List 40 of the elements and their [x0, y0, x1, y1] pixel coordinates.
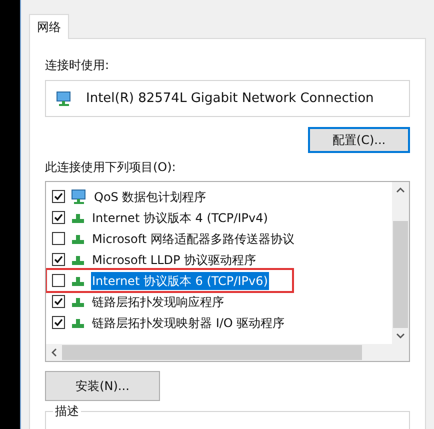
- checkbox[interactable]: [52, 274, 65, 287]
- monitor-icon: [71, 188, 87, 204]
- checkmark-icon: [54, 255, 63, 264]
- checkbox[interactable]: [52, 211, 65, 224]
- checkbox[interactable]: [52, 190, 65, 203]
- monitor-icon: [56, 90, 72, 106]
- list-item[interactable]: 链路层拓扑发现映射器 I/O 驱动程序: [52, 312, 392, 333]
- list-item[interactable]: QoS 数据包计划程序: [52, 186, 392, 207]
- checkmark-icon: [54, 213, 63, 222]
- checkbox[interactable]: [52, 295, 65, 308]
- checkmark-icon: [54, 192, 63, 201]
- install-button[interactable]: 安装(N)...: [45, 371, 160, 401]
- horizontal-scrollbar[interactable]: [46, 344, 409, 361]
- list-item[interactable]: Microsoft 网络适配器多路传送器协议: [52, 228, 392, 249]
- checkbox[interactable]: [52, 253, 65, 266]
- configure-button[interactable]: 配置(C)...: [308, 127, 410, 153]
- checkmark-icon: [54, 318, 63, 327]
- checkbox[interactable]: [52, 316, 65, 329]
- list-item[interactable]: Microsoft LLDP 协议驱动程序: [52, 249, 392, 270]
- scrollbar-thumb[interactable]: [393, 221, 408, 328]
- connect-using-label: 连接时使用:: [45, 57, 110, 74]
- tab[interactable]: 网络: [29, 14, 69, 39]
- adapter-field: Intel(R) 82574L Gigabit Network Connection: [45, 80, 410, 117]
- items-label: 此连接使用下列项目(O):: [45, 159, 177, 176]
- network-protocol-icon: [71, 212, 85, 224]
- description-label: 描述: [53, 403, 81, 419]
- network-protocol-icon: [71, 232, 85, 244]
- scroll-up-icon: [396, 187, 405, 193]
- network-protocol-icon: [71, 316, 85, 328]
- list-item[interactable]: 链路层拓扑发现响应程序: [52, 291, 392, 312]
- scroll-down-icon: [396, 333, 405, 339]
- scroll-left-icon: [51, 348, 57, 357]
- checkbox[interactable]: [52, 232, 65, 245]
- list-item[interactable]: Internet 协议版本 4 (TCP/IPv4): [52, 207, 392, 228]
- network-protocol-icon: [71, 274, 85, 286]
- network-protocol-icon: [71, 254, 85, 266]
- network-protocol-icon: [71, 296, 85, 308]
- checkmark-icon: [54, 297, 63, 306]
- scrollbar-thumb[interactable]: [62, 345, 362, 360]
- vertical-scrollbar[interactable]: [392, 182, 409, 344]
